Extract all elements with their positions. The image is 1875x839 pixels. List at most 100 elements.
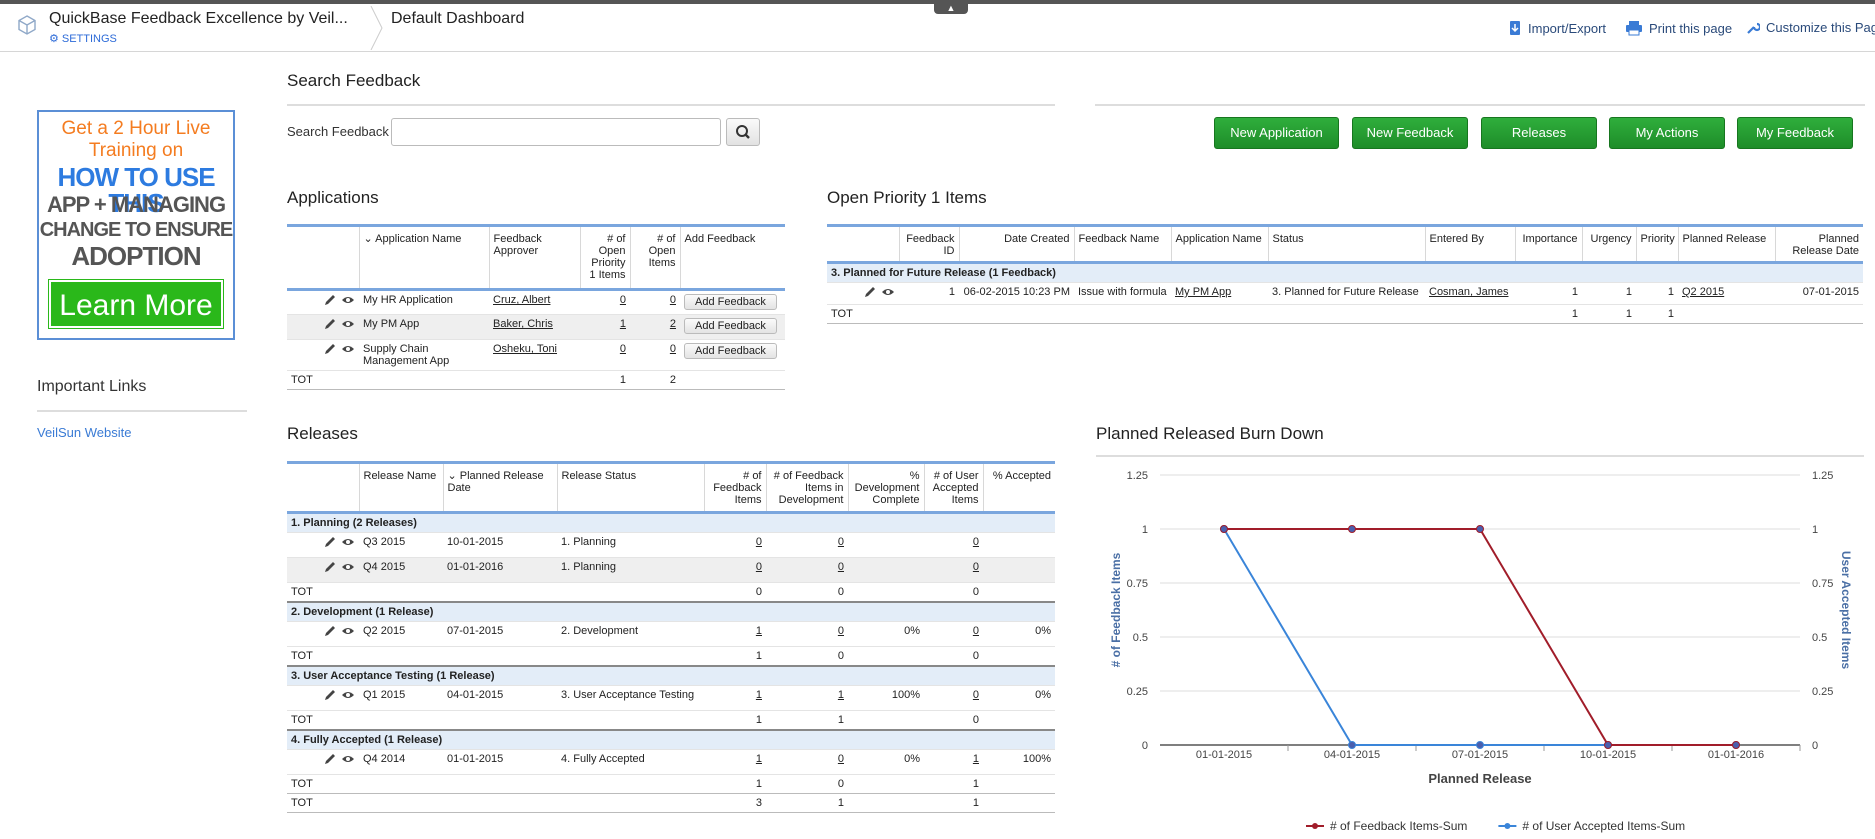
- eye-icon[interactable]: [341, 343, 355, 355]
- planned-release-link[interactable]: Q2 2015: [1682, 286, 1724, 298]
- eye-icon[interactable]: [881, 286, 895, 298]
- items-in-development-cell[interactable]: 0: [766, 749, 848, 775]
- eye-icon[interactable]: [341, 561, 355, 573]
- col-status[interactable]: Status: [1267, 224, 1425, 264]
- col-release-status[interactable]: Release Status: [556, 461, 704, 514]
- application-link[interactable]: My PM App: [1175, 286, 1231, 298]
- add-feedback-button[interactable]: Add Feedback: [684, 343, 777, 359]
- p1-link[interactable]: 0: [620, 343, 626, 355]
- import-export-button[interactable]: Import/Export: [1508, 20, 1606, 36]
- customize-page-button[interactable]: Customize this Pag: [1746, 20, 1875, 35]
- open-count-cell[interactable]: 2: [630, 314, 680, 340]
- col-application-name[interactable]: ⌄ Application Name: [358, 224, 489, 291]
- col-feedback-approver[interactable]: Feedback Approver: [488, 224, 580, 291]
- pencil-icon[interactable]: [323, 318, 337, 330]
- pencil-icon[interactable]: [323, 343, 337, 355]
- releases-button[interactable]: Releases: [1481, 117, 1597, 149]
- eye-icon[interactable]: [341, 536, 355, 548]
- app-cube-icon[interactable]: [16, 14, 38, 36]
- items-in-development-cell[interactable]: 0: [766, 557, 848, 583]
- items-in-development-cell-link[interactable]: 0: [838, 625, 844, 637]
- col-importance[interactable]: Importance: [1514, 224, 1582, 264]
- approver-cell[interactable]: Osheku, Toni: [489, 339, 580, 371]
- training-promo-banner[interactable]: Get a 2 Hour Live Training on HOW TO USE…: [37, 110, 235, 340]
- items-in-development-cell-link[interactable]: 0: [838, 561, 844, 573]
- dashboard-title[interactable]: Default Dashboard: [391, 10, 524, 28]
- pencil-icon[interactable]: [863, 286, 877, 298]
- open-count-cell[interactable]: 0: [630, 339, 680, 371]
- col-priority[interactable]: Priority: [1635, 224, 1678, 264]
- col-planned-release[interactable]: Planned Release: [1677, 224, 1775, 264]
- feedback-items-cell[interactable]: 0: [704, 557, 766, 583]
- feedback-items-cell[interactable]: 1: [704, 685, 766, 711]
- user-accepted-cell-link[interactable]: 0: [973, 561, 979, 573]
- items-in-development-cell[interactable]: 0: [766, 532, 848, 558]
- col-planned-release-date[interactable]: Planned Release Date: [1774, 224, 1863, 264]
- eye-icon[interactable]: [341, 689, 355, 701]
- add-feedback-button[interactable]: Add Feedback: [684, 318, 777, 334]
- pencil-icon[interactable]: [323, 294, 337, 306]
- col-application-name[interactable]: Application Name: [1170, 224, 1268, 264]
- feedback-items-cell[interactable]: 1: [704, 621, 766, 647]
- pencil-icon[interactable]: [323, 536, 337, 548]
- learn-more-button[interactable]: Learn More: [48, 279, 224, 329]
- open-count-cell[interactable]: 0: [630, 289, 680, 315]
- col-user-accepted-items[interactable]: # of User Accepted Items: [923, 461, 983, 514]
- application-name-cell[interactable]: My PM App: [1171, 282, 1268, 305]
- my-actions-button[interactable]: My Actions: [1609, 117, 1725, 149]
- user-accepted-cell-link[interactable]: 0: [973, 625, 979, 637]
- eye-icon[interactable]: [341, 625, 355, 637]
- p1-count-cell[interactable]: 0: [580, 289, 630, 315]
- user-accepted-cell[interactable]: 0: [924, 557, 983, 583]
- col-accepted-pct[interactable]: % Accepted: [982, 461, 1055, 514]
- items-in-development-cell[interactable]: 0: [766, 621, 848, 647]
- feedback-items-cell-link[interactable]: 1: [756, 753, 762, 765]
- items-in-development-cell-link[interactable]: 0: [838, 536, 844, 548]
- new-feedback-button[interactable]: New Feedback: [1352, 117, 1468, 149]
- col-open-items[interactable]: # of Open Items: [629, 224, 680, 291]
- eye-icon[interactable]: [341, 318, 355, 330]
- eye-icon[interactable]: [341, 753, 355, 765]
- feedback-items-cell-link[interactable]: 0: [756, 561, 762, 573]
- p1-count-cell[interactable]: 0: [580, 339, 630, 371]
- user-accepted-cell-link[interactable]: 0: [973, 689, 979, 701]
- feedback-items-cell-link[interactable]: 1: [756, 689, 762, 701]
- my-feedback-button[interactable]: My Feedback: [1737, 117, 1853, 149]
- veilsun-website-link[interactable]: VeilSun Website: [37, 425, 131, 440]
- items-in-development-cell-link[interactable]: 1: [838, 689, 844, 701]
- open-link[interactable]: 2: [670, 318, 676, 330]
- p1-link[interactable]: 0: [620, 294, 626, 306]
- print-page-button[interactable]: Print this page: [1625, 20, 1732, 36]
- search-button[interactable]: [726, 118, 760, 146]
- approver-link[interactable]: Baker, Chris: [493, 318, 553, 330]
- pencil-icon[interactable]: [323, 561, 337, 573]
- approver-link[interactable]: Cruz, Albert: [493, 294, 550, 306]
- feedback-items-cell-link[interactable]: 0: [756, 536, 762, 548]
- user-accepted-cell-link[interactable]: 1: [973, 753, 979, 765]
- approver-link[interactable]: Osheku, Toni: [493, 343, 557, 355]
- new-application-button[interactable]: New Application: [1214, 117, 1339, 149]
- feedback-items-cell-link[interactable]: 1: [756, 625, 762, 637]
- approver-cell[interactable]: Cruz, Albert: [489, 289, 580, 315]
- settings-link[interactable]: ⚙ SETTINGS: [49, 32, 117, 45]
- col-planned-release-date[interactable]: ⌄ Planned Release Date: [442, 461, 557, 514]
- entered-by-link[interactable]: Cosman, James: [1429, 286, 1508, 298]
- col-release-name[interactable]: Release Name: [358, 461, 443, 514]
- col-urgency[interactable]: Urgency: [1581, 224, 1636, 264]
- p1-count-cell[interactable]: 1: [580, 314, 630, 340]
- approver-cell[interactable]: Baker, Chris: [489, 314, 580, 340]
- col-development-complete[interactable]: % Development Complete: [847, 461, 924, 514]
- items-in-development-cell-link[interactable]: 0: [838, 753, 844, 765]
- user-accepted-cell[interactable]: 0: [924, 532, 983, 558]
- open-link[interactable]: 0: [670, 294, 676, 306]
- col-date-created[interactable]: Date Created: [958, 224, 1074, 264]
- pencil-icon[interactable]: [323, 689, 337, 701]
- add-feedback-button[interactable]: Add Feedback: [684, 294, 777, 310]
- col-items-in-development[interactable]: # of Feedback Items in Development: [765, 461, 848, 514]
- user-accepted-cell-link[interactable]: 0: [973, 536, 979, 548]
- col-feedback-items[interactable]: # of Feedback Items: [703, 461, 766, 514]
- planned-release-cell[interactable]: Q2 2015: [1678, 282, 1775, 305]
- p1-link[interactable]: 1: [620, 318, 626, 330]
- entered-by-cell[interactable]: Cosman, James: [1425, 282, 1515, 305]
- feedback-items-cell[interactable]: 1: [704, 749, 766, 775]
